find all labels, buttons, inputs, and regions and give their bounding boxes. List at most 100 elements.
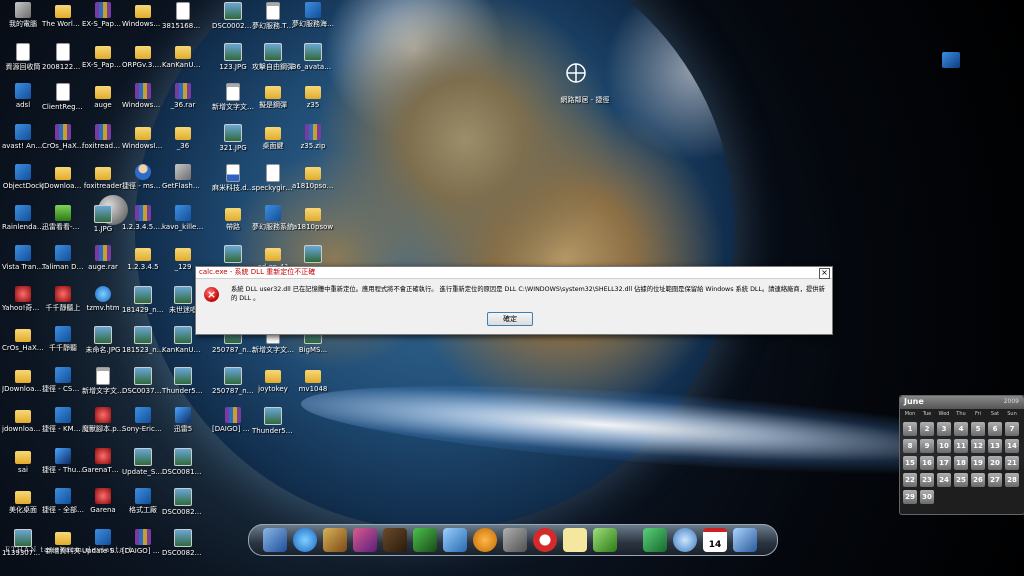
desktop-icon[interactable]: Thunder5.8... xyxy=(162,366,204,407)
desktop-icon[interactable]: 迅雷看看-免費高清影視 xyxy=(42,204,84,245)
desktop-icon[interactable]: auge.rar xyxy=(82,245,124,285)
calendar-day[interactable]: 1 xyxy=(903,422,917,436)
chart-dock-icon[interactable] xyxy=(593,528,617,552)
desktop-icon[interactable]: 攻擊自由鋼彈 xyxy=(252,42,294,83)
calendar-day[interactable]: 13 xyxy=(988,439,1002,453)
desktop-icon[interactable]: foxitreader... xyxy=(82,123,124,164)
calendar-day[interactable]: 27 xyxy=(988,473,1002,487)
desktop-icon[interactable]: DSC00822... xyxy=(162,528,204,569)
desktop-icon[interactable]: 181523_nor... xyxy=(122,326,164,366)
calendar-day[interactable]: 28 xyxy=(1005,473,1019,487)
desktop-icon[interactable]: 捷徑 - msnmsgr xyxy=(122,164,164,204)
calendar-day[interactable]: 26 xyxy=(971,473,985,487)
desktop-icon[interactable]: adsl xyxy=(2,83,44,123)
thunder-tray-icon[interactable] xyxy=(942,52,960,68)
desktop-icon[interactable]: 250787_nor... xyxy=(212,366,254,407)
desktop-icon[interactable]: a1810psow... xyxy=(292,164,334,204)
messenger-dock-icon[interactable] xyxy=(443,528,467,552)
desktop-icon[interactable]: The World Of Misfortune xyxy=(42,2,84,42)
orc-dock-icon[interactable] xyxy=(413,528,437,552)
desktop-icon[interactable]: 帶路 xyxy=(212,205,254,245)
desktop-icon[interactable]: Garena xyxy=(82,488,124,528)
calendar-day[interactable]: 4 xyxy=(954,422,968,436)
desktop-icon[interactable]: 捷徑 - KMPlayer xyxy=(42,407,84,447)
desktop-icon[interactable]: 181429_nor... xyxy=(122,285,164,326)
desktop-icon[interactable]: _36 xyxy=(162,124,204,164)
yahoo-dock-icon[interactable] xyxy=(533,528,557,552)
desktop-icon[interactable]: 123.JPG xyxy=(212,42,254,83)
desktop-icon[interactable]: 未命名.JPG xyxy=(82,326,124,366)
calendar-day[interactable]: 20 xyxy=(988,456,1002,470)
desktop-icon[interactable]: GarenaTW_... xyxy=(82,447,124,488)
desktop-icon[interactable]: sai xyxy=(2,448,44,488)
desktop-icon[interactable]: 36_avatar_... xyxy=(292,42,334,83)
desktop-icon[interactable]: 格式工廠 xyxy=(122,488,164,528)
desktop-icon[interactable]: speckygirl.mn xyxy=(252,164,294,204)
desktop-icon[interactable]: z35 xyxy=(292,83,334,123)
calendar-day[interactable]: 10 xyxy=(937,439,951,453)
desktop-icon[interactable]: 資源回收筒 xyxy=(2,42,44,83)
desktop-icon[interactable]: DSC00819... xyxy=(162,447,204,488)
desktop-icon[interactable]: 1.JPG xyxy=(82,204,124,245)
desktop-icon[interactable]: WindowsIn... xyxy=(122,124,164,164)
desktop-icon[interactable]: 我的電腦 xyxy=(2,2,44,42)
desktop-icon[interactable]: 麻米科技.doc xyxy=(212,164,254,204)
desktop-icon[interactable]: Thunder5.8... xyxy=(252,407,294,447)
computer-dock-icon[interactable] xyxy=(263,528,287,552)
calendar-day[interactable]: 18 xyxy=(954,456,968,470)
calendar-day[interactable]: 5 xyxy=(971,422,985,436)
desktop-icon[interactable]: foxitreader xyxy=(82,164,124,204)
desktop-icon[interactable]: 3815168570... xyxy=(162,2,204,42)
desktop-icon[interactable]: 新增文字文件 (2).txt xyxy=(212,83,254,123)
desktop-icon[interactable]: 千千靜聽 xyxy=(42,326,84,366)
calendar-day[interactable]: 25 xyxy=(954,473,968,487)
desktop-icon[interactable]: Rainlendar2 xyxy=(2,204,44,245)
calendar-day[interactable]: 24 xyxy=(937,473,951,487)
desktop-icon[interactable]: JDownload... xyxy=(2,367,44,407)
desktop-icon[interactable]: _36.rar xyxy=(162,83,204,123)
network-shortcut-icon[interactable] xyxy=(565,62,587,84)
desktop-icon[interactable]: jdownloade... xyxy=(2,407,44,447)
calendar-day[interactable]: 11 xyxy=(954,439,968,453)
desktop-icon[interactable]: CrOs_HaX2... xyxy=(42,123,84,164)
calendar-day[interactable]: 9 xyxy=(920,439,934,453)
media-player-dock-icon[interactable] xyxy=(473,528,497,552)
calendar-day[interactable]: 15 xyxy=(903,456,917,470)
calendar-day[interactable]: 6 xyxy=(988,422,1002,436)
desktop-icon[interactable]: GetFlash9.exe xyxy=(162,164,204,204)
desktop-icon[interactable]: a1810psow xyxy=(292,205,334,245)
desktop-icon[interactable]: ObjectDock xyxy=(2,164,44,204)
calendar-dock-icon[interactable]: 14 xyxy=(703,528,727,552)
calendar-day[interactable]: 16 xyxy=(920,456,934,470)
calendar-day[interactable]: 2 xyxy=(920,422,934,436)
desktop-icon[interactable]: joytokey xyxy=(252,367,294,407)
desktop-icon[interactable]: 1.2.3.4.5 xyxy=(122,245,164,285)
calendar-day[interactable]: 3 xyxy=(937,422,951,436)
calendar-day[interactable]: 22 xyxy=(903,473,917,487)
desktop-icon[interactable]: 1.2.3.4.5.rar xyxy=(122,204,164,245)
calendar-day[interactable]: 12 xyxy=(971,439,985,453)
desktop-icon[interactable]: 新增文字文件.txt xyxy=(82,366,124,407)
desktop-icon[interactable]: JDownload... xyxy=(42,164,84,204)
calendar-day[interactable]: 17 xyxy=(937,456,951,470)
desktop-icon[interactable]: 美化桌面 xyxy=(2,488,44,528)
desktop-icon[interactable]: kavo_killer... xyxy=(162,204,204,245)
desktop-icon[interactable]: Windows+L... xyxy=(122,83,164,123)
desktop-icon[interactable]: 魔獸腳本.pb 通過程式 xyxy=(82,407,124,447)
desktop-icon[interactable]: 2008122256... xyxy=(42,42,84,83)
desktop-icon[interactable]: 捷徑 - 全部檔案 xyxy=(42,488,84,528)
desktop-icon[interactable]: 桌面鍵 xyxy=(252,124,294,164)
desktop-icon[interactable]: ClientRegi... xyxy=(42,83,84,123)
desktop-icon[interactable]: avast! Antivirus xyxy=(2,123,44,164)
desktop-icon[interactable]: DSC00377_... xyxy=(122,366,164,407)
game-dock-icon[interactable] xyxy=(353,528,377,552)
close-icon[interactable]: × xyxy=(819,268,830,279)
tool-dock-icon[interactable] xyxy=(503,528,527,552)
desktop-icon[interactable]: Windows+L... xyxy=(122,2,164,42)
desktop-icon[interactable]: Update_Ser... xyxy=(122,447,164,488)
font-dock-icon[interactable] xyxy=(323,528,347,552)
desktop-icon[interactable]: EX-S_Paper... xyxy=(82,43,124,83)
desktop-icon[interactable]: Taliman Desktop xyxy=(42,245,84,285)
desktop-icon[interactable]: Vista Transform... xyxy=(2,245,44,285)
desktop-icon[interactable]: CrOs_HaX2... xyxy=(2,326,44,366)
